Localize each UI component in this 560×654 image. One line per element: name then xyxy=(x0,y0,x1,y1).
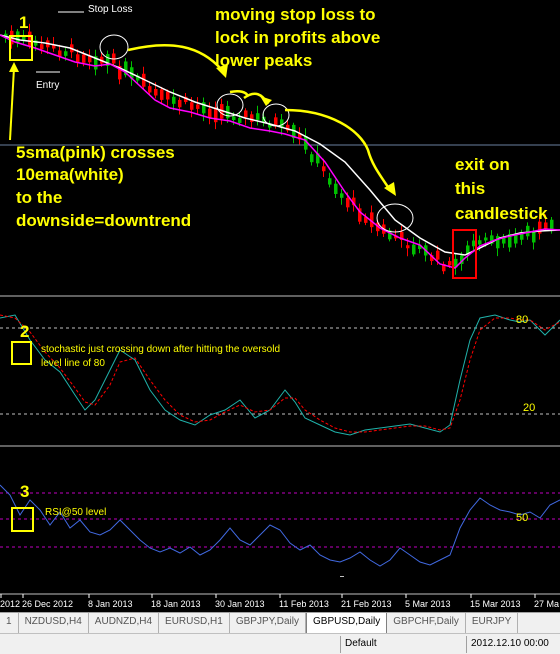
chart-tab[interactable]: AUDNZD,H4 xyxy=(89,613,160,633)
status-datetime: 2012.12.10 00:00 xyxy=(466,636,560,653)
candle-body[interactable] xyxy=(76,54,80,63)
candle-body[interactable] xyxy=(406,245,410,249)
candle-body[interactable] xyxy=(58,50,62,57)
candle-body[interactable] xyxy=(412,244,416,255)
candle-body[interactable] xyxy=(166,91,170,100)
candle-body[interactable] xyxy=(172,96,176,104)
candle-body[interactable] xyxy=(526,225,530,237)
date-label: 21 Feb 2013 xyxy=(341,599,392,609)
stoch-level-20-label: 20 xyxy=(523,402,535,414)
marker-2-label: 2 xyxy=(20,322,29,341)
candle-body[interactable] xyxy=(178,99,182,108)
candle-body[interactable] xyxy=(40,44,44,50)
candle-body[interactable] xyxy=(232,116,236,121)
chart-tabs-bar: 1 NZDUSD,H4 AUDNZD,H4 EURUSD,H1 GBPJPY,Daily… xyxy=(0,612,560,633)
candle-body[interactable] xyxy=(190,102,194,110)
date-label: 11 Feb 2013 xyxy=(279,599,329,609)
candle-body[interactable] xyxy=(448,261,452,266)
chart-tab[interactable]: EURJPY xyxy=(466,613,519,633)
candle-body[interactable] xyxy=(82,54,86,63)
marker-3-label: 3 xyxy=(20,482,29,501)
chart-tab[interactable]: EURUSD,H1 xyxy=(159,613,230,633)
candle-body[interactable] xyxy=(472,240,476,247)
candle-body[interactable] xyxy=(244,110,248,118)
candle-body[interactable] xyxy=(238,118,242,123)
candle-body[interactable] xyxy=(328,178,332,185)
chart-canvas[interactable]: Stop Loss Entry 1 moving stop loss to lo… xyxy=(0,0,560,612)
entry-label: Entry xyxy=(36,80,59,91)
candle-body[interactable] xyxy=(436,250,440,260)
status-bar: Default 2012.12.10 00:00 xyxy=(0,633,560,654)
candle-body[interactable] xyxy=(64,51,68,56)
chart-tab[interactable]: NZDUSD,H4 xyxy=(19,613,89,633)
candle-body[interactable] xyxy=(484,237,488,241)
candle-body[interactable] xyxy=(322,166,326,172)
date-label: 18 Jan 2013 xyxy=(151,599,201,609)
candle-body[interactable] xyxy=(346,198,350,208)
rsi-level-50-label: 50 xyxy=(516,512,528,524)
candle-body[interactable] xyxy=(334,183,338,194)
candle-body[interactable] xyxy=(550,219,554,231)
chart-tab[interactable]: GBPUSD,Daily xyxy=(306,613,388,633)
date-label: 2012 xyxy=(0,599,20,609)
candle-body[interactable] xyxy=(256,113,260,120)
stop-loss-label: Stop Loss xyxy=(88,4,132,15)
stoch-level-80-label: 80 xyxy=(516,314,528,326)
status-profile: Default xyxy=(340,636,466,653)
marker-1-label: 1 xyxy=(19,13,28,32)
rsi-note: RSI@50 level xyxy=(45,507,106,518)
candle-body[interactable] xyxy=(208,108,212,118)
date-label: 5 Mar 2013 xyxy=(405,599,451,609)
candle-body[interactable] xyxy=(196,104,200,109)
candle-body[interactable] xyxy=(544,222,548,230)
candle-body[interactable] xyxy=(532,231,536,243)
candle-body[interactable] xyxy=(310,154,314,163)
date-label: 30 Jan 2013 xyxy=(215,599,265,609)
candle-body[interactable] xyxy=(250,114,254,122)
chart-tab[interactable]: GBPJPY,Daily xyxy=(230,613,307,633)
date-label: 26 Dec 2012 xyxy=(22,599,73,609)
candle-body[interactable] xyxy=(478,240,482,245)
date-label: 15 Mar 2013 xyxy=(470,599,521,609)
chart-area[interactable]: Stop Loss Entry 1 moving stop loss to lo… xyxy=(0,0,560,612)
candle-body[interactable] xyxy=(160,89,164,100)
candle-body[interactable] xyxy=(340,193,344,198)
date-label: 8 Jan 2013 xyxy=(88,599,133,609)
date-label: 27 Ma xyxy=(534,599,559,609)
candle-body[interactable] xyxy=(154,88,158,96)
candle-body[interactable] xyxy=(148,86,152,93)
chart-tab[interactable]: GBPCHF,Daily xyxy=(387,613,466,633)
chart-tab[interactable]: 1 xyxy=(0,613,19,633)
rsi-dot xyxy=(340,576,344,577)
candle-body[interactable] xyxy=(28,31,32,46)
